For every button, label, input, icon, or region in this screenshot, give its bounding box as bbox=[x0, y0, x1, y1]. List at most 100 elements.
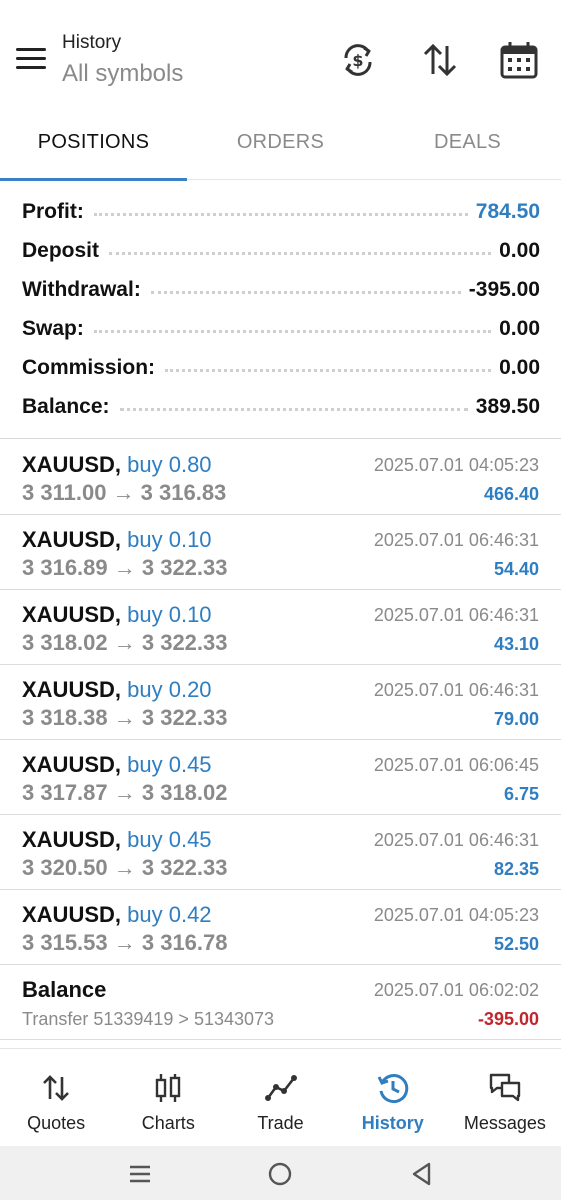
nav-label: Charts bbox=[141, 1113, 195, 1133]
deal-time: 2025.07.01 06:46:31 bbox=[373, 830, 539, 850]
deal-time: 2025.07.01 04:05:23 bbox=[373, 905, 539, 925]
summary-row-withdrawal: Withdrawal: -395.00 bbox=[22, 270, 540, 309]
deal-symbol: XAUUSD, bbox=[22, 752, 122, 777]
dotted-leader bbox=[93, 330, 492, 333]
deal-symbol: XAUUSD, bbox=[22, 527, 122, 552]
deal-profit: 79.00 bbox=[493, 709, 539, 729]
divider bbox=[0, 438, 561, 439]
deal-time: 2025.07.01 06:46:31 bbox=[373, 605, 539, 625]
nav-label: Messages bbox=[463, 1113, 546, 1133]
quotes-icon bbox=[43, 1075, 70, 1101]
deal-profit: 6.75 bbox=[503, 784, 539, 804]
summary-value: 389.50 bbox=[475, 394, 540, 418]
page-title: History bbox=[62, 32, 122, 53]
deal-profit: 54.40 bbox=[493, 559, 539, 579]
list-item[interactable]: XAUUSD, buy 0.80 3 311.00 → 3 316.83 202… bbox=[0, 440, 561, 515]
list-item[interactable]: XAUUSD, buy 0.10 3 316.89 → 3 322.33 202… bbox=[0, 515, 561, 590]
balance-detail: Transfer 51339419 > 51343073 bbox=[22, 1009, 275, 1029]
summary-label: Withdrawal: bbox=[22, 277, 141, 301]
balance-time: 2025.07.01 06:02:02 bbox=[373, 980, 539, 1000]
summary-value: 0.00 bbox=[499, 238, 540, 262]
deal-title: XAUUSD, buy 0.80 bbox=[22, 452, 212, 478]
tab-deals[interactable]: DEALS bbox=[374, 112, 561, 179]
deal-side: buy 0.45 bbox=[127, 752, 212, 777]
deal-symbol: XAUUSD, bbox=[22, 902, 122, 927]
deal-time: 2025.07.01 04:05:23 bbox=[373, 455, 539, 475]
summary-row-swap: Swap: 0.00 bbox=[22, 309, 540, 348]
sort-icon[interactable] bbox=[420, 40, 460, 80]
deal-time: 2025.07.01 06:46:31 bbox=[373, 530, 539, 550]
deal-prices: 3 318.02 → 3 322.33 bbox=[22, 630, 228, 655]
dotted-leader bbox=[119, 408, 468, 411]
summary-value: 0.00 bbox=[499, 316, 540, 340]
account-summary: Profit: 784.50 Deposit 0.00 Withdrawal: … bbox=[22, 192, 540, 426]
deal-title: XAUUSD, buy 0.45 bbox=[22, 752, 212, 778]
deal-side: buy 0.10 bbox=[127, 602, 212, 627]
currency-exchange-icon[interactable]: $ bbox=[338, 40, 378, 80]
app-header: History All symbols $ bbox=[0, 0, 561, 108]
summary-label: Deposit bbox=[22, 238, 100, 262]
nav-quotes[interactable]: Quotes bbox=[0, 1049, 112, 1144]
deal-symbol: XAUUSD, bbox=[22, 602, 122, 627]
list-item[interactable]: XAUUSD, buy 0.10 3 318.02 → 3 322.33 202… bbox=[0, 590, 561, 665]
deal-side: buy 0.45 bbox=[127, 827, 212, 852]
list-item[interactable]: XAUUSD, buy 0.45 3 317.87 → 3 318.02 202… bbox=[0, 740, 561, 815]
summary-value: 784.50 bbox=[475, 199, 540, 223]
deal-title: XAUUSD, buy 0.10 bbox=[22, 527, 212, 553]
summary-label: Balance: bbox=[22, 394, 110, 418]
history-tabs: POSITIONS ORDERS DEALS bbox=[0, 112, 561, 181]
nav-label: Quotes bbox=[27, 1113, 86, 1133]
balance-list-item[interactable]: Balance Transfer 51339419 > 51343073 202… bbox=[0, 965, 561, 1040]
nav-trade[interactable]: Trade bbox=[224, 1049, 336, 1144]
calendar-icon[interactable] bbox=[499, 40, 539, 80]
summary-value: -395.00 bbox=[468, 277, 540, 301]
bottom-navigation: Quotes Charts Trade History Messages bbox=[0, 1048, 561, 1144]
deal-title: XAUUSD, buy 0.42 bbox=[22, 902, 212, 928]
history-icon bbox=[377, 1074, 408, 1104]
system-navigation-bar bbox=[0, 1146, 561, 1200]
nav-messages[interactable]: Messages bbox=[449, 1049, 561, 1144]
deal-prices: 3 316.89 → 3 322.33 bbox=[22, 555, 228, 580]
symbol-filter-label[interactable]: All symbols bbox=[62, 60, 183, 88]
balance-amount: -395.00 bbox=[477, 1009, 539, 1029]
balance-title: Balance bbox=[22, 977, 107, 1002]
dotted-leader bbox=[150, 291, 461, 294]
home-icon[interactable] bbox=[266, 1160, 294, 1188]
recent-apps-icon[interactable] bbox=[126, 1160, 154, 1188]
deal-time: 2025.07.01 06:06:45 bbox=[373, 755, 539, 775]
deal-side: buy 0.10 bbox=[127, 527, 212, 552]
tab-positions[interactable]: POSITIONS bbox=[0, 112, 187, 181]
deal-prices: 3 311.00 → 3 316.83 bbox=[22, 480, 227, 505]
deal-side: buy 0.80 bbox=[127, 452, 212, 477]
menu-icon[interactable] bbox=[16, 48, 46, 72]
list-item[interactable]: XAUUSD, buy 0.20 3 318.38 → 3 322.33 202… bbox=[0, 665, 561, 740]
nav-charts[interactable]: Charts bbox=[112, 1049, 224, 1144]
svg-text:$: $ bbox=[352, 51, 363, 70]
back-icon[interactable] bbox=[408, 1160, 436, 1188]
deal-time: 2025.07.01 06:46:31 bbox=[373, 680, 539, 700]
nav-label: Trade bbox=[257, 1113, 304, 1133]
messages-icon bbox=[489, 1073, 521, 1102]
nav-history[interactable]: History bbox=[337, 1049, 449, 1144]
summary-row-balance: Balance: 389.50 bbox=[22, 387, 540, 426]
tab-orders[interactable]: ORDERS bbox=[187, 112, 374, 179]
deal-side: buy 0.42 bbox=[127, 902, 212, 927]
summary-label: Swap: bbox=[22, 316, 84, 340]
deal-symbol: XAUUSD, bbox=[22, 827, 122, 852]
list-item[interactable]: XAUUSD, buy 0.45 3 320.50 → 3 322.33 202… bbox=[0, 815, 561, 890]
list-item[interactable]: XAUUSD, buy 0.42 3 315.53 → 3 316.78 202… bbox=[0, 890, 561, 965]
summary-label: Commission: bbox=[22, 355, 156, 379]
deal-symbol: XAUUSD, bbox=[22, 677, 122, 702]
dotted-leader bbox=[165, 369, 492, 372]
deal-title: XAUUSD, buy 0.20 bbox=[22, 677, 212, 703]
deal-profit: 82.35 bbox=[493, 859, 539, 879]
summary-label: Profit: bbox=[22, 199, 84, 223]
summary-row-commission: Commission: 0.00 bbox=[22, 348, 540, 387]
positions-list: XAUUSD, buy 0.80 3 311.00 → 3 316.83 202… bbox=[0, 440, 561, 1040]
deal-prices: 3 320.50 → 3 322.33 bbox=[22, 855, 228, 880]
deal-profit: 43.10 bbox=[493, 634, 539, 654]
summary-row-deposit: Deposit 0.00 bbox=[22, 231, 540, 270]
deal-profit: 466.40 bbox=[483, 484, 539, 504]
deal-title: XAUUSD, buy 0.10 bbox=[22, 602, 212, 628]
deal-profit: 52.50 bbox=[493, 934, 539, 954]
